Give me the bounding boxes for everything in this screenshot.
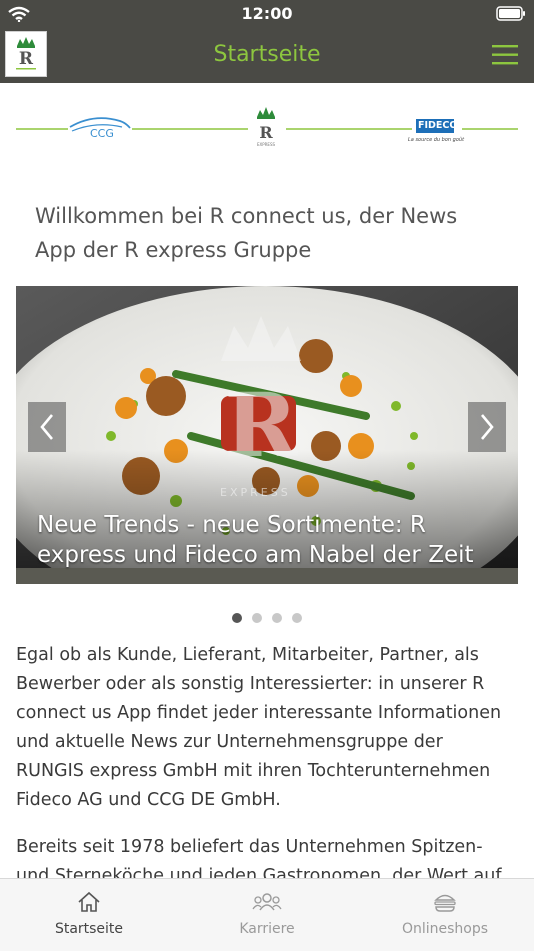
tab-startseite[interactable]: Startseite (0, 879, 178, 951)
slider-pagination (0, 608, 534, 627)
page-title: Startseite (213, 42, 321, 67)
tab-karriere[interactable]: Karriere (178, 879, 356, 951)
slider-dot-2[interactable] (252, 613, 262, 623)
slide-watermark: EXPRESS (220, 486, 291, 499)
slider-next-button[interactable] (468, 402, 506, 452)
slider-dot-4[interactable] (292, 613, 302, 623)
status-bar: 12:00 (0, 0, 534, 28)
tab-label: Karriere (239, 921, 295, 937)
tab-label: Onlineshops (401, 921, 489, 937)
battery-icon (496, 6, 526, 25)
slider-prev-button[interactable] (28, 402, 66, 452)
tab-label: Startseite (54, 921, 124, 937)
tab-bar: Startseite Karriere Onlineshops (0, 878, 534, 951)
hamburger-menu-icon[interactable] (492, 44, 518, 66)
main-content[interactable]: R EXPRESS CCG FIDECO La source du bon go… (0, 83, 534, 878)
svg-text:R: R (259, 123, 273, 142)
ccg-logo: CCG (90, 127, 114, 140)
slider-dot-3[interactable] (272, 613, 282, 623)
status-time: 12:00 (241, 4, 293, 23)
welcome-heading: Willkommen bei R connect us, der News Ap… (35, 204, 458, 262)
team-icon (252, 893, 282, 911)
svg-text:EXPRESS: EXPRESS (257, 142, 276, 147)
burger-icon (434, 894, 456, 912)
home-icon (78, 891, 100, 912)
brand-strip: R EXPRESS CCG FIDECO La source du bon go… (16, 101, 518, 161)
fideco-logo: FIDECO (418, 120, 458, 131)
intro-paragraph: Egal ob als Kunde, Lieferant, Mitarbeite… (16, 645, 502, 810)
fideco-tagline: La source du bon goût (408, 137, 465, 143)
slider-dot-1[interactable] (232, 613, 242, 623)
nav-bar: R Startseite (0, 28, 534, 83)
history-paragraph: Bereits seit 1978 beliefert das Unterneh… (16, 837, 502, 878)
chevron-right-icon (481, 414, 494, 440)
news-slider[interactable]: R EXPRESS Neue Trends - neue Sortimente:… (16, 286, 518, 584)
slide-caption[interactable]: Neue Trends - neue Sortimente: R express… (37, 510, 497, 570)
chevron-left-icon (40, 414, 53, 440)
tab-onlineshops[interactable]: Onlineshops (356, 879, 534, 951)
